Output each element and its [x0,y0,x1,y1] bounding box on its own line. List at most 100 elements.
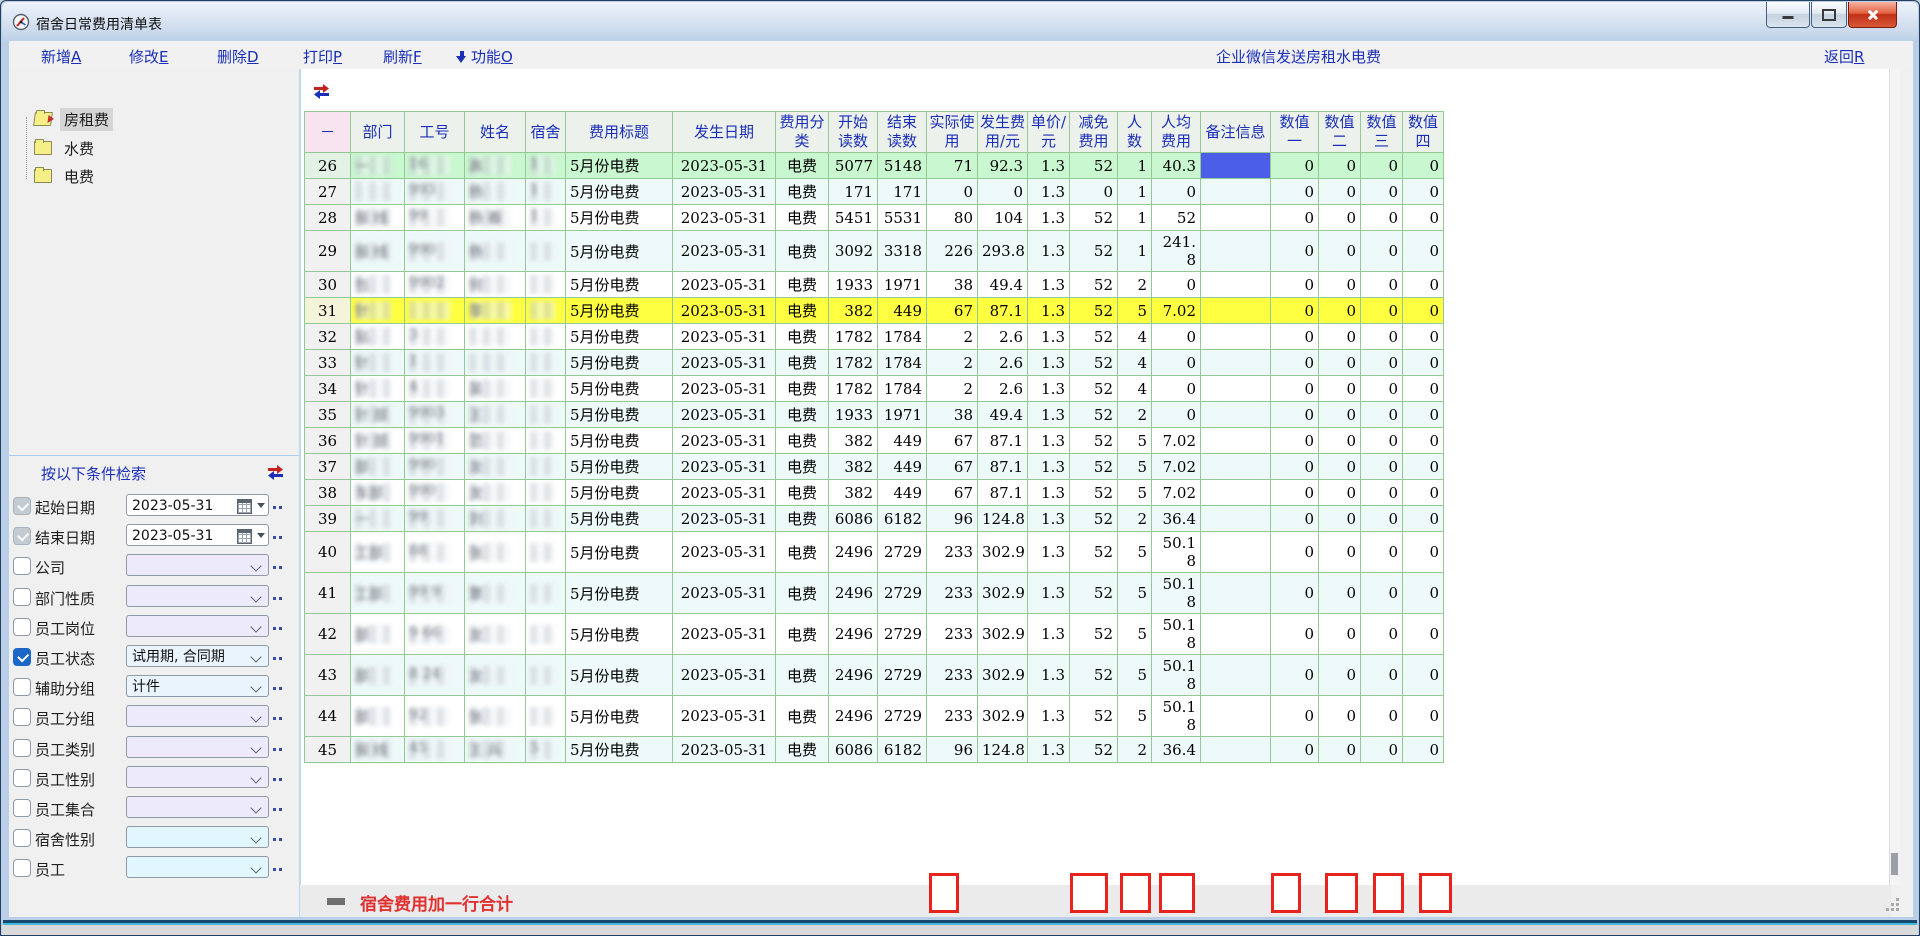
fee-title-cell[interactable]: 5月份电费 [566,153,673,179]
value-cell[interactable]: 36.4 [1152,506,1201,532]
date-cell[interactable]: 2023-05-31 [673,272,776,298]
value-cell[interactable]: 52 [1070,506,1118,532]
table-row[interactable]: 40工部88张5月份电费2023-05-31电费24962729233302.9… [305,532,1444,573]
filter-checkbox[interactable] [13,618,31,636]
value-cell[interactable]: 52 [1070,402,1118,428]
extra-value-cell[interactable]: 0 [1271,153,1319,179]
value-cell[interactable]: 1971 [878,402,927,428]
category-cell[interactable]: 电费 [776,655,829,696]
value-cell[interactable]: 2.6 [978,376,1028,402]
extra-value-cell[interactable]: 0 [1271,655,1319,696]
column-header[interactable]: 费用标题 [566,112,673,153]
value-cell[interactable]: 52 [1070,153,1118,179]
date-cell[interactable]: 2023-05-31 [673,506,776,532]
extra-value-cell[interactable]: 0 [1361,324,1403,350]
value-cell[interactable]: 1784 [878,324,927,350]
extra-value-cell[interactable]: 0 [1403,350,1444,376]
value-cell[interactable]: 5077 [829,153,878,179]
censored-cell[interactable]: 张 [465,532,526,573]
table-row[interactable]: 36针 部9901范5月份电费2023-05-31电费3824496787.11… [305,428,1444,454]
extra-value-cell[interactable]: 0 [1319,480,1361,506]
column-header[interactable]: 工号 [405,112,465,153]
censored-cell[interactable] [526,696,566,737]
extra-value-cell[interactable]: 0 [1403,737,1444,763]
value-cell[interactable]: 2 [927,376,978,402]
more-options-icon[interactable] [273,868,285,872]
value-cell[interactable]: 50.18 [1152,655,1201,696]
value-cell[interactable]: 226 [927,231,978,272]
extra-value-cell[interactable]: 0 [1271,324,1319,350]
filter-checkbox[interactable] [13,588,31,606]
extra-value-cell[interactable]: 0 [1361,402,1403,428]
row-number-cell[interactable]: 33 [305,350,351,376]
value-cell[interactable]: 449 [878,480,927,506]
table-row[interactable]: 27993杨15月份电费2023-05-31电费171171001.301000… [305,179,1444,205]
censored-cell[interactable]: 1 [526,205,566,231]
value-cell[interactable]: 50.18 [1152,532,1201,573]
column-header[interactable]: 宿舍 [526,112,566,153]
censored-cell[interactable] [526,231,566,272]
note-cell[interactable] [1201,298,1271,324]
value-cell[interactable]: 382 [829,428,878,454]
date-cell[interactable]: 2023-05-31 [673,179,776,205]
censored-cell[interactable]: 8 24 [405,655,465,696]
value-cell[interactable]: 5451 [829,205,878,231]
value-cell[interactable]: 2729 [878,532,927,573]
censored-cell[interactable]: 4 [405,376,465,402]
row-number-cell[interactable]: 43 [305,655,351,696]
extra-value-cell[interactable]: 0 [1361,655,1403,696]
value-cell[interactable]: 52 [1070,655,1118,696]
censored-cell[interactable]: 杨 春 [465,205,526,231]
swap-panel-icon[interactable] [267,465,284,480]
value-cell[interactable]: 1.3 [1028,532,1070,573]
column-header[interactable]: 备注信息 [1201,112,1271,153]
censored-cell[interactable]: 部 [351,614,405,655]
censored-cell[interactable]: 9 66 [405,614,465,655]
category-cell[interactable]: 电费 [776,532,829,573]
value-cell[interactable]: 2729 [878,573,927,614]
extra-value-cell[interactable]: 0 [1271,231,1319,272]
chevron-down-icon[interactable] [250,742,261,753]
extra-value-cell[interactable]: 0 [1319,573,1361,614]
more-options-icon[interactable] [273,506,285,510]
extra-value-cell[interactable]: 0 [1319,179,1361,205]
extra-value-cell[interactable]: 0 [1403,205,1444,231]
value-cell[interactable]: 1.3 [1028,402,1070,428]
more-options-icon[interactable] [273,778,285,782]
value-cell[interactable]: 2729 [878,655,927,696]
row-number-cell[interactable]: 41 [305,573,351,614]
filter-select[interactable] [126,585,269,607]
filter-select[interactable] [126,766,269,788]
censored-cell[interactable]: 龙 [465,655,526,696]
note-cell[interactable] [1201,205,1271,231]
fee-title-cell[interactable]: 5月份电费 [566,179,673,205]
censored-cell[interactable]: 3 [405,324,465,350]
value-cell[interactable]: 87.1 [978,428,1028,454]
value-cell[interactable]: 96 [927,737,978,763]
note-cell[interactable] [1201,454,1271,480]
column-header[interactable]: 单价/元 [1028,112,1070,153]
fee-title-cell[interactable]: 5月份电费 [566,205,673,231]
censored-cell[interactable]: 报 线 [351,205,405,231]
note-cell[interactable] [1201,696,1271,737]
value-cell[interactable]: 71 [927,153,978,179]
fee-title-cell[interactable]: 5月份电费 [566,298,673,324]
table-row[interactable]: 42部9 66龙5月份电费2023-05-31电费24962729233302.… [305,614,1444,655]
extra-value-cell[interactable]: 0 [1361,272,1403,298]
date-input[interactable]: 2023-05-31 [126,494,269,516]
censored-cell[interactable] [526,324,566,350]
table-row[interactable]: 34针4吴5月份电费2023-05-31电费1782178422.61.3524… [305,376,1444,402]
extra-value-cell[interactable]: 0 [1361,454,1403,480]
extra-value-cell[interactable]: 0 [1271,696,1319,737]
value-cell[interactable]: 2 [1118,402,1152,428]
more-options-icon[interactable] [273,717,285,721]
note-cell[interactable] [1201,655,1271,696]
extra-value-cell[interactable]: 0 [1319,350,1361,376]
extra-value-cell[interactable]: 0 [1403,655,1444,696]
column-header[interactable]: 发生费用/元 [978,112,1028,153]
value-cell[interactable]: 293.8 [978,231,1028,272]
filter-select[interactable] [126,615,269,637]
value-cell[interactable]: 52 [1070,454,1118,480]
value-cell[interactable]: 52 [1070,324,1118,350]
category-cell[interactable]: 电费 [776,737,829,763]
